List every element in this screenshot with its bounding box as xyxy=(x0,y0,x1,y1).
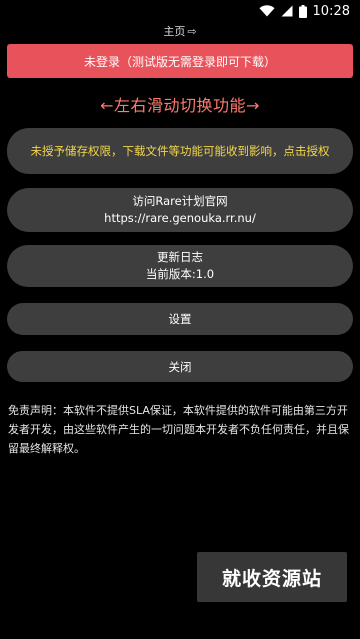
visit-website-button[interactable]: 访问Rare计划官网 https://rare.genouka.rr.nu/ xyxy=(7,188,353,232)
arrow-right-icon[interactable]: ⇨ xyxy=(187,25,196,38)
status-bar: 10:28 xyxy=(0,0,360,22)
grant-permission-button[interactable]: 未授予储存权限，下载文件等功能可能收到影响，点击授权 xyxy=(7,128,353,174)
battery-icon xyxy=(298,4,307,18)
settings-button[interactable]: 设置 xyxy=(7,303,353,335)
login-status-banner[interactable]: 未登录（测试版无需登录即可下载） xyxy=(7,44,353,78)
close-label: 关闭 xyxy=(168,359,192,374)
login-status-text: 未登录（测试版无需登录即可下载） xyxy=(83,54,276,69)
status-time: 10:28 xyxy=(312,3,350,19)
top-bar[interactable]: 主页 ⇨ xyxy=(0,22,360,40)
website-url: https://rare.genouka.rr.nu/ xyxy=(104,211,256,225)
settings-label: 设置 xyxy=(168,312,192,326)
website-title: 访问Rare计划官网 xyxy=(132,194,228,208)
disclaimer-text: 免责声明：本软件不提供SLA保证，本软件提供的软件可能由第三方开发者开发，由这些… xyxy=(8,404,349,455)
changelog-button[interactable]: 更新日志 当前版本:1.0 xyxy=(7,245,353,287)
swipe-hint: ←左右滑动切换功能→ xyxy=(100,96,260,115)
watermark-logo: 就收资源站 xyxy=(197,552,347,602)
current-version: 当前版本:1.0 xyxy=(145,267,215,281)
signal-icon xyxy=(281,5,293,17)
wifi-icon xyxy=(259,5,275,17)
permission-notice-text: 未授予储存权限，下载文件等功能可能收到影响，点击授权 xyxy=(30,144,330,158)
close-button[interactable]: 关闭 xyxy=(7,351,353,382)
changelog-title: 更新日志 xyxy=(157,250,203,264)
page-title: 主页 xyxy=(163,25,186,38)
